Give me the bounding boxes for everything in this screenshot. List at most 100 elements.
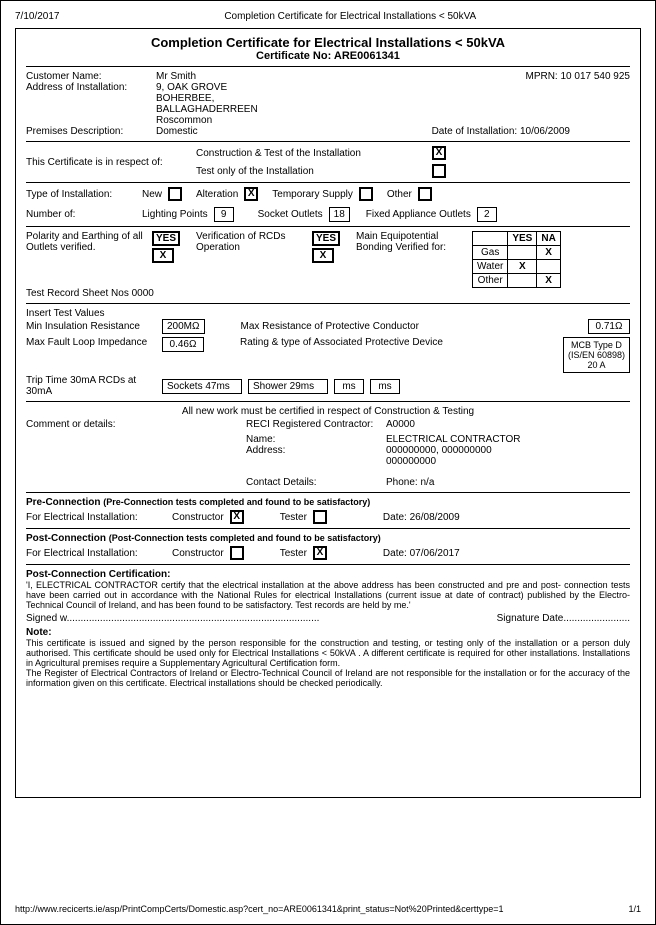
- address-line: BOHERBEE,: [156, 93, 258, 104]
- fao-val: 2: [477, 207, 497, 222]
- lp-label: Lighting Points: [142, 209, 208, 220]
- respect-option1: Construction & Test of the Installation: [196, 148, 426, 159]
- name-val: ELECTRICAL CONTRACTOR: [386, 434, 520, 445]
- type-other-chk[interactable]: [418, 187, 432, 201]
- polarity-x: X: [152, 248, 174, 263]
- trip-v1: Sockets 47ms: [162, 379, 242, 394]
- customer-name: Mr Smith: [156, 71, 196, 82]
- trs-label: Test Record Sheet Nos 0000: [26, 288, 630, 299]
- pcc-text: 'I, ELECTRICAL CONTRACTOR certify that t…: [26, 580, 630, 610]
- respect-label: This Certificate is in respect of:: [26, 157, 196, 168]
- rating-val2: (IS/EN 60898): [568, 350, 625, 360]
- page-footer: http://www.recicerts.ie/asp/PrintCompCer…: [15, 904, 641, 914]
- addrc-val2: 000000000: [386, 456, 520, 467]
- fei-label: For Electrical Installation:: [26, 512, 166, 523]
- reci-reg-label: RECI Registered Contractor:: [246, 419, 386, 430]
- type-label: Type of Installation:: [26, 189, 136, 200]
- type-temp-chk[interactable]: [359, 187, 373, 201]
- rating-label: Rating & type of Associated Protective D…: [240, 337, 470, 348]
- type-other-label: Other: [387, 189, 412, 200]
- rcd-yes: YES: [312, 231, 340, 246]
- cert-title: Completion Certificate for Electrical In…: [26, 35, 630, 50]
- cert-number: Certificate No: ARE0061341: [26, 50, 630, 62]
- comment-label: Comment or details:: [26, 419, 246, 430]
- postcon-label: Post-Connection: [26, 533, 106, 544]
- reci-val: A0000: [386, 419, 520, 430]
- mfli-label: Max Fault Loop Impedance: [26, 337, 156, 348]
- premises-value: Domestic: [156, 126, 198, 137]
- respect-checkbox2[interactable]: [432, 164, 446, 178]
- mfli-val: 0.46Ω: [162, 337, 204, 352]
- so-val: 18: [329, 207, 350, 222]
- document-page: 7/10/2017 Completion Certificate for Ele…: [0, 0, 656, 925]
- type-temp-label: Temporary Supply: [272, 189, 353, 200]
- rating-val1: MCB Type D: [568, 340, 625, 350]
- contact-label: Contact Details:: [246, 477, 386, 488]
- address-line: Roscommon: [156, 115, 258, 126]
- name-label: Name:: [246, 434, 386, 445]
- note-label: Note:: [26, 627, 630, 638]
- postcon-constructor-chk[interactable]: [230, 546, 244, 560]
- fei-label2: For Electrical Installation:: [26, 548, 166, 559]
- mprn: MPRN: 10 017 540 925: [525, 71, 630, 82]
- addrc-label: Address:: [246, 445, 386, 456]
- address-line: BALLAGHADERREEN: [156, 104, 258, 115]
- fao-label: Fixed Appliance Outlets: [366, 209, 471, 220]
- signed-line: Signed w................................…: [26, 613, 319, 624]
- allnew-text: All new work must be certified in respec…: [26, 406, 630, 417]
- customer-name-label: Customer Name:: [26, 71, 156, 82]
- itv-label: Insert Test Values: [26, 308, 630, 319]
- postcon-text: (Post-Connection tests completed and fou…: [109, 533, 381, 543]
- min-ins-label: Min Insulation Resistance: [26, 321, 156, 332]
- precon-label: Pre-Connection: [26, 497, 100, 508]
- page-header: 7/10/2017 Completion Certificate for Ele…: [15, 11, 641, 22]
- sigdate-line: Signature Date........................: [497, 613, 630, 624]
- type-new-chk[interactable]: [168, 187, 182, 201]
- rcd-x: X: [312, 248, 334, 263]
- tester-label: Tester: [280, 512, 307, 523]
- certificate-box: Completion Certificate for Electrical In…: [15, 28, 641, 798]
- trip-v4: ms: [370, 379, 400, 394]
- bonding-table: YESNA GasX WaterX OtherX: [472, 231, 561, 288]
- polarity-label: Polarity and Earthing of all Outlets ver…: [26, 231, 146, 253]
- postcon-tester-chk[interactable]: X: [313, 546, 327, 560]
- constructor-label2: Constructor: [172, 548, 224, 559]
- max-res-label: Max Resistance of Protective Conductor: [241, 321, 419, 332]
- tester-label2: Tester: [280, 548, 307, 559]
- type-alt-chk[interactable]: X: [244, 187, 258, 201]
- footer-pages: 1/1: [628, 904, 641, 914]
- premises-label: Premises Description:: [26, 126, 156, 137]
- address-line: 9, OAK GROVE: [156, 82, 258, 93]
- min-ins-val: 200MΩ: [162, 319, 205, 334]
- addrc-val1: 000000000, 000000000: [386, 445, 520, 456]
- rating-val3: 20 A: [568, 360, 625, 370]
- pcc-label: Post-Connection Certification:: [26, 569, 630, 580]
- polarity-yes: YES: [152, 231, 180, 246]
- type-new-label: New: [142, 189, 162, 200]
- trip-v3: ms: [334, 379, 364, 394]
- precon-tester-chk[interactable]: [313, 510, 327, 524]
- print-date: 7/10/2017: [15, 11, 60, 22]
- mbond-label: Main Equipotential Bonding Verified for:: [356, 231, 466, 253]
- trip-v2: Shower 29ms: [248, 379, 328, 394]
- date-of-installation: Date of Installation: 10/06/2009: [432, 126, 570, 137]
- constructor-label: Constructor: [172, 512, 224, 523]
- precon-date: Date: 26/08/2009: [383, 512, 460, 523]
- max-res-val: 0.71Ω: [588, 319, 630, 334]
- precon-text: (Pre-Connection tests completed and foun…: [103, 497, 370, 507]
- postcon-date: Date: 07/06/2017: [383, 548, 460, 559]
- address-label: Address of Installation:: [26, 82, 156, 93]
- note-text: This certificate is issued and signed by…: [26, 638, 630, 688]
- numof-label: Number of:: [26, 209, 136, 220]
- type-alt-label: Alteration: [196, 189, 238, 200]
- contact-val: Phone: n/a: [386, 477, 520, 488]
- trip-label: Trip Time 30mA RCDs at 30mA: [26, 375, 156, 397]
- doc-title: Completion Certificate for Electrical In…: [224, 11, 476, 22]
- precon-constructor-chk[interactable]: X: [230, 510, 244, 524]
- so-label: Socket Outlets: [258, 209, 323, 220]
- respect-checkbox1[interactable]: X: [432, 146, 446, 160]
- rcd-label: Verification of RCDs Operation: [196, 231, 306, 253]
- respect-option2: Test only of the Installation: [196, 166, 426, 177]
- lp-val: 9: [214, 207, 234, 222]
- footer-url: http://www.recicerts.ie/asp/PrintCompCer…: [15, 904, 504, 914]
